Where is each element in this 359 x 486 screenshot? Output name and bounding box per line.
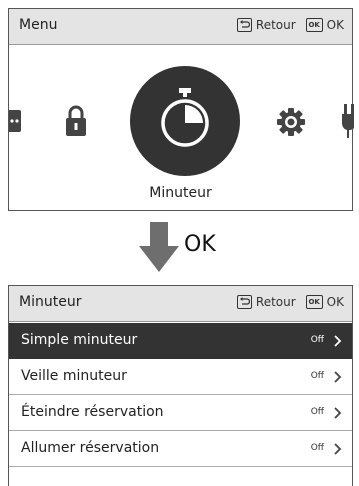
list-item-value: Off — [310, 443, 324, 453]
selected-item-label: Minuteur — [149, 185, 212, 201]
back-label[interactable]: Retour — [256, 18, 296, 32]
gear-icon[interactable] — [277, 108, 305, 140]
minuteur-list: Simple minuteur Off Veille minuteur Off … — [9, 323, 352, 467]
menu-header: Menu Retour OK OK — [9, 9, 352, 45]
chevron-right-icon — [334, 335, 342, 347]
grid-icon[interactable] — [3, 110, 23, 136]
list-item-label: Veille minuteur — [21, 368, 127, 384]
down-arrow-icon — [139, 222, 179, 272]
list-item-allumer-reservation[interactable]: Allumer réservation Off — [9, 431, 352, 467]
minuteur-header-actions: Retour OK OK — [236, 295, 344, 309]
menu-title: Menu — [19, 17, 58, 33]
minuteur-header: Minuteur Retour OK OK — [9, 286, 352, 322]
ok-label[interactable]: OK — [327, 295, 344, 309]
ok-key-icon[interactable]: OK — [305, 18, 323, 32]
list-item-veille-minuteur[interactable]: Veille minuteur Off — [9, 359, 352, 395]
list-item-label: Simple minuteur — [21, 332, 138, 348]
list-item-simple-minuteur[interactable]: Simple minuteur Off — [9, 323, 352, 359]
list-item-eteindre-reservation[interactable]: Éteindre réservation Off — [9, 395, 352, 431]
ok-key-icon[interactable]: OK — [305, 295, 323, 309]
transition-ok-label: OK — [184, 232, 216, 257]
menu-carousel[interactable]: Minuteur — [3, 46, 356, 211]
chevron-right-icon — [334, 443, 342, 455]
back-key-icon[interactable] — [236, 295, 252, 309]
lock-icon[interactable] — [64, 104, 88, 142]
list-item-value: Off — [310, 335, 324, 345]
back-key-icon[interactable] — [236, 18, 252, 32]
list-item-value: Off — [310, 407, 324, 417]
list-item-label: Allumer réservation — [21, 440, 160, 456]
chevron-right-icon — [334, 407, 342, 419]
list-item-value: Off — [310, 371, 324, 381]
back-label[interactable]: Retour — [256, 295, 296, 309]
plug-icon[interactable] — [342, 104, 356, 142]
selected-item-highlight[interactable] — [130, 66, 240, 176]
timer-icon — [161, 88, 209, 147]
minuteur-panel: Minuteur Retour OK OK Simple minuteur Of… — [8, 285, 353, 486]
ok-label[interactable]: OK — [327, 18, 344, 32]
menu-panel: Menu Retour OK OK Minuteur — [3, 8, 356, 211]
list-item-label: Éteindre réservation — [21, 404, 164, 420]
menu-header-actions: Retour OK OK — [236, 18, 344, 32]
minuteur-title: Minuteur — [19, 294, 82, 310]
chevron-right-icon — [334, 371, 342, 383]
